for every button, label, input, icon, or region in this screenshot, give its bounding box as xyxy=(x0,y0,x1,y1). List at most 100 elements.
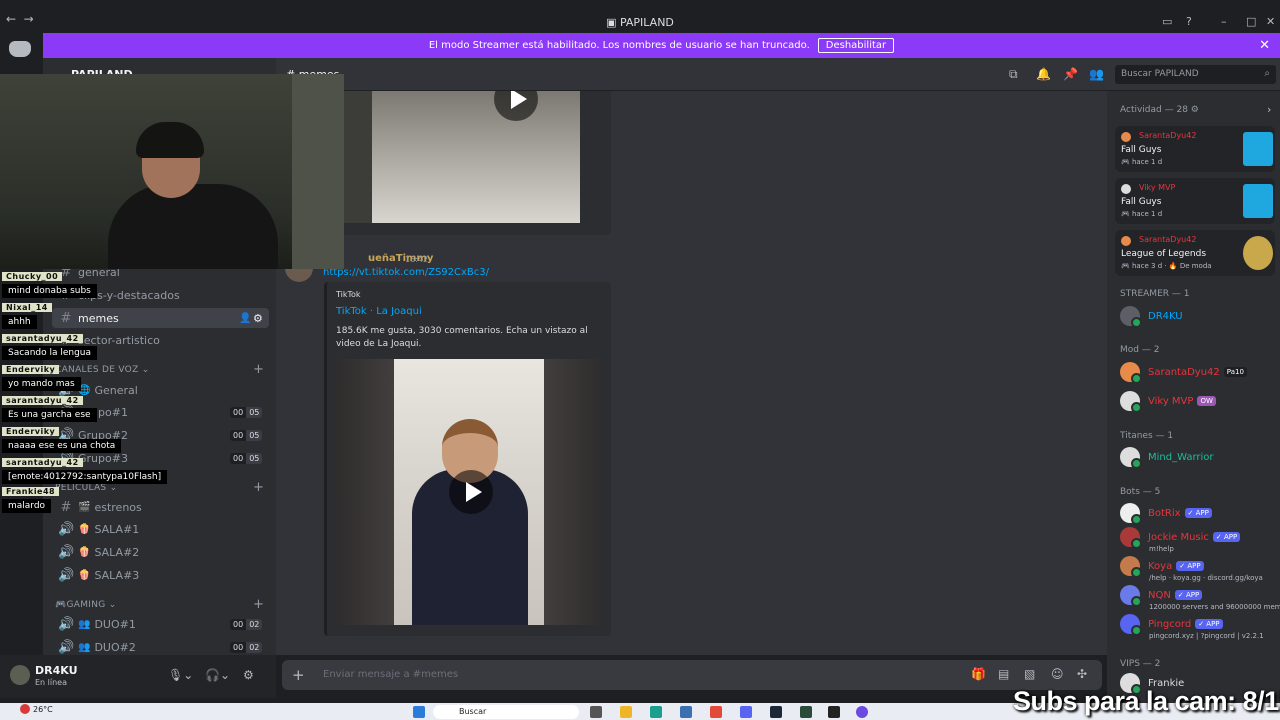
emoji-icon[interactable]: ☺ xyxy=(1051,667,1064,681)
disable-streamer-button[interactable]: Deshabilitar xyxy=(817,38,895,53)
activity-card[interactable]: SarantaDyu42 League of Legends 🎮 hace 3 … xyxy=(1115,230,1275,276)
voice-channel-sala3[interactable]: 🔊 🍿 SALA#3 xyxy=(52,565,269,585)
chat-line: Enderviky yo mando mas xyxy=(2,361,81,391)
inbox-icon[interactable]: ▭ xyxy=(1162,15,1172,28)
speaker-icon: 🔊 xyxy=(58,567,75,583)
steam-icon[interactable] xyxy=(770,706,782,718)
video-embed[interactable] xyxy=(324,91,611,235)
taskbar-search[interactable]: Buscar xyxy=(433,705,579,719)
member-item[interactable]: Mind_Warrior xyxy=(1120,445,1214,469)
add-channel-icon[interactable]: + xyxy=(253,480,264,495)
video-thumbnail[interactable] xyxy=(336,359,602,625)
discord-icon[interactable] xyxy=(740,706,752,718)
avatar xyxy=(1120,614,1142,636)
activity-card[interactable]: Viky MVP Fall Guys 🎮 hace 1 d xyxy=(1115,178,1275,224)
channel-estrenos[interactable]: # 🎬 estrenos xyxy=(52,497,269,517)
video-frame xyxy=(372,91,580,223)
game-art-icon xyxy=(1243,184,1273,218)
activity-card[interactable]: SarantaDyu42 Fall Guys 🎮 hace 1 d xyxy=(1115,126,1275,172)
speaker-icon: 🔊 xyxy=(58,639,75,655)
chrome-icon[interactable] xyxy=(710,706,722,718)
user-limit-badge: 00 05 xyxy=(230,430,263,441)
weather-alert-icon[interactable] xyxy=(20,704,30,714)
hash-icon: # xyxy=(60,310,72,326)
member-item[interactable]: Pingcord ✓ APP pingcord.xyz | ?pingcord | … xyxy=(1120,612,1264,640)
app-icon[interactable] xyxy=(800,706,812,718)
discord-home-icon[interactable] xyxy=(9,41,31,57)
member-list: Actividad — 28 ⚙ › SarantaDyu42 Fall Guy… xyxy=(1107,91,1280,703)
user-limit-badge: 00 05 xyxy=(230,407,263,418)
apps-icon[interactable]: ✣ xyxy=(1077,667,1087,681)
close-window-button[interactable]: ✕ xyxy=(1266,15,1275,28)
app-icon[interactable] xyxy=(856,706,868,718)
invite-icon[interactable]: 👤 xyxy=(239,313,251,324)
voice-channel-sala1[interactable]: 🔊 🍿 SALA#1 xyxy=(52,519,269,539)
member-item[interactable]: Jockie Music ✓ APP m!help xyxy=(1120,525,1241,553)
explorer-icon[interactable] xyxy=(620,706,632,718)
avatar xyxy=(1121,132,1131,142)
weather-temp[interactable]: 26°C xyxy=(33,705,53,714)
add-attachment-icon[interactable]: + xyxy=(292,666,305,684)
bell-icon[interactable]: 🔔 xyxy=(1036,67,1051,81)
title-bar: ← → ▣ PAPILAND ▭ ? – □ ✕ xyxy=(0,0,1280,33)
gift-icon[interactable]: 🎁 xyxy=(971,667,986,681)
category-peliculas[interactable]: PELICULAS ⌄ xyxy=(55,483,117,493)
activity-header: Actividad — 28 ⚙ xyxy=(1120,105,1199,115)
close-icon[interactable]: ✕ xyxy=(1259,38,1270,53)
tiktok-embed: TikTok TikTok · La Joaqui 185.6K me gust… xyxy=(324,282,611,636)
avatar[interactable] xyxy=(10,665,30,685)
webcam-body xyxy=(108,184,278,269)
mod-header: Mod — 2 xyxy=(1120,345,1160,355)
gear-icon[interactable]: ⚙ xyxy=(253,312,263,325)
avatar xyxy=(1120,306,1142,328)
member-item[interactable]: NQN ✓ APP 1200000 servers and 96000000 mem xyxy=(1120,583,1280,611)
search-input[interactable]: Buscar PAPILAND ⌕ xyxy=(1115,65,1276,84)
activity-time: 🎮 hace 1 d xyxy=(1121,210,1163,218)
hash-icon: # xyxy=(60,499,72,515)
avatar xyxy=(1120,556,1142,578)
gif-icon[interactable]: ▤ xyxy=(998,667,1009,681)
avatar xyxy=(1120,585,1142,607)
maximize-button[interactable]: □ xyxy=(1246,15,1256,28)
channel-memes[interactable]: # memes 👤 ⚙ xyxy=(52,308,269,328)
chat-line: Frankie48 malardo xyxy=(2,483,60,513)
chat-line: sarantadyu_42 [emote:4012792:santypa10Fla… xyxy=(2,454,168,484)
store-icon[interactable] xyxy=(680,706,692,718)
user-name: DR4KU xyxy=(35,664,78,677)
members-icon[interactable]: 👥 xyxy=(1089,67,1104,81)
play-icon[interactable] xyxy=(449,470,493,514)
task-view-icon[interactable] xyxy=(590,706,602,718)
embed-description: 185.6K me gusta, 3030 comentarios. Echa … xyxy=(336,326,588,349)
member-item[interactable]: SarantaDyu42 Pa10 xyxy=(1120,360,1247,384)
user-limit-badge: 00 02 xyxy=(230,642,263,653)
streamer-mode-banner: El modo Streamer está habilitado. Los no… xyxy=(43,33,1280,58)
subs-goal-overlay: Subs para la cam: 8/15 xyxy=(1013,686,1280,716)
add-channel-icon[interactable]: + xyxy=(253,597,264,612)
avatar xyxy=(1120,391,1142,413)
minimize-button[interactable]: – xyxy=(1221,15,1227,28)
game-art-icon xyxy=(1243,236,1273,270)
obs-icon[interactable] xyxy=(828,706,840,718)
embed-title[interactable]: TikTok · La Joaqui xyxy=(336,306,422,317)
message-link[interactable]: https://vt.tiktok.com/ZS92CxBc3/ xyxy=(323,267,489,278)
headphones-icon[interactable]: 🎧⌄ xyxy=(205,668,230,682)
message-composer[interactable]: + Enviar mensaje a #memes 🎁 ▤ ▧ ☺ ✣ xyxy=(282,660,1102,690)
help-icon[interactable]: ? xyxy=(1186,15,1192,28)
add-channel-icon[interactable]: + xyxy=(253,362,264,377)
threads-icon[interactable]: ⧉ xyxy=(1009,67,1018,82)
pin-icon[interactable]: 📌 xyxy=(1063,67,1078,81)
edge-icon[interactable] xyxy=(650,706,662,718)
member-item[interactable]: DR4KU xyxy=(1120,304,1183,328)
microphone-icon[interactable]: 🎙⌄ xyxy=(168,668,193,682)
voice-channel-sala2[interactable]: 🔊 🍿 SALA#2 xyxy=(52,542,269,562)
category-gaming[interactable]: 🎮GAMING ⌄ xyxy=(55,600,117,610)
member-item[interactable]: Koya ✓ APP/help · koya.gg · discord.gg/ko… xyxy=(1120,554,1263,582)
gear-icon[interactable]: ⚙ xyxy=(243,668,254,682)
member-item[interactable]: Viky MVP OW xyxy=(1120,389,1216,413)
avatar xyxy=(1120,447,1142,469)
sticker-icon[interactable]: ▧ xyxy=(1024,667,1035,681)
avatar xyxy=(1120,362,1142,384)
member-item[interactable]: BotRix ✓ APP xyxy=(1120,501,1212,525)
chevron-right-icon[interactable]: › xyxy=(1267,103,1271,116)
windows-start-icon[interactable] xyxy=(413,706,425,718)
